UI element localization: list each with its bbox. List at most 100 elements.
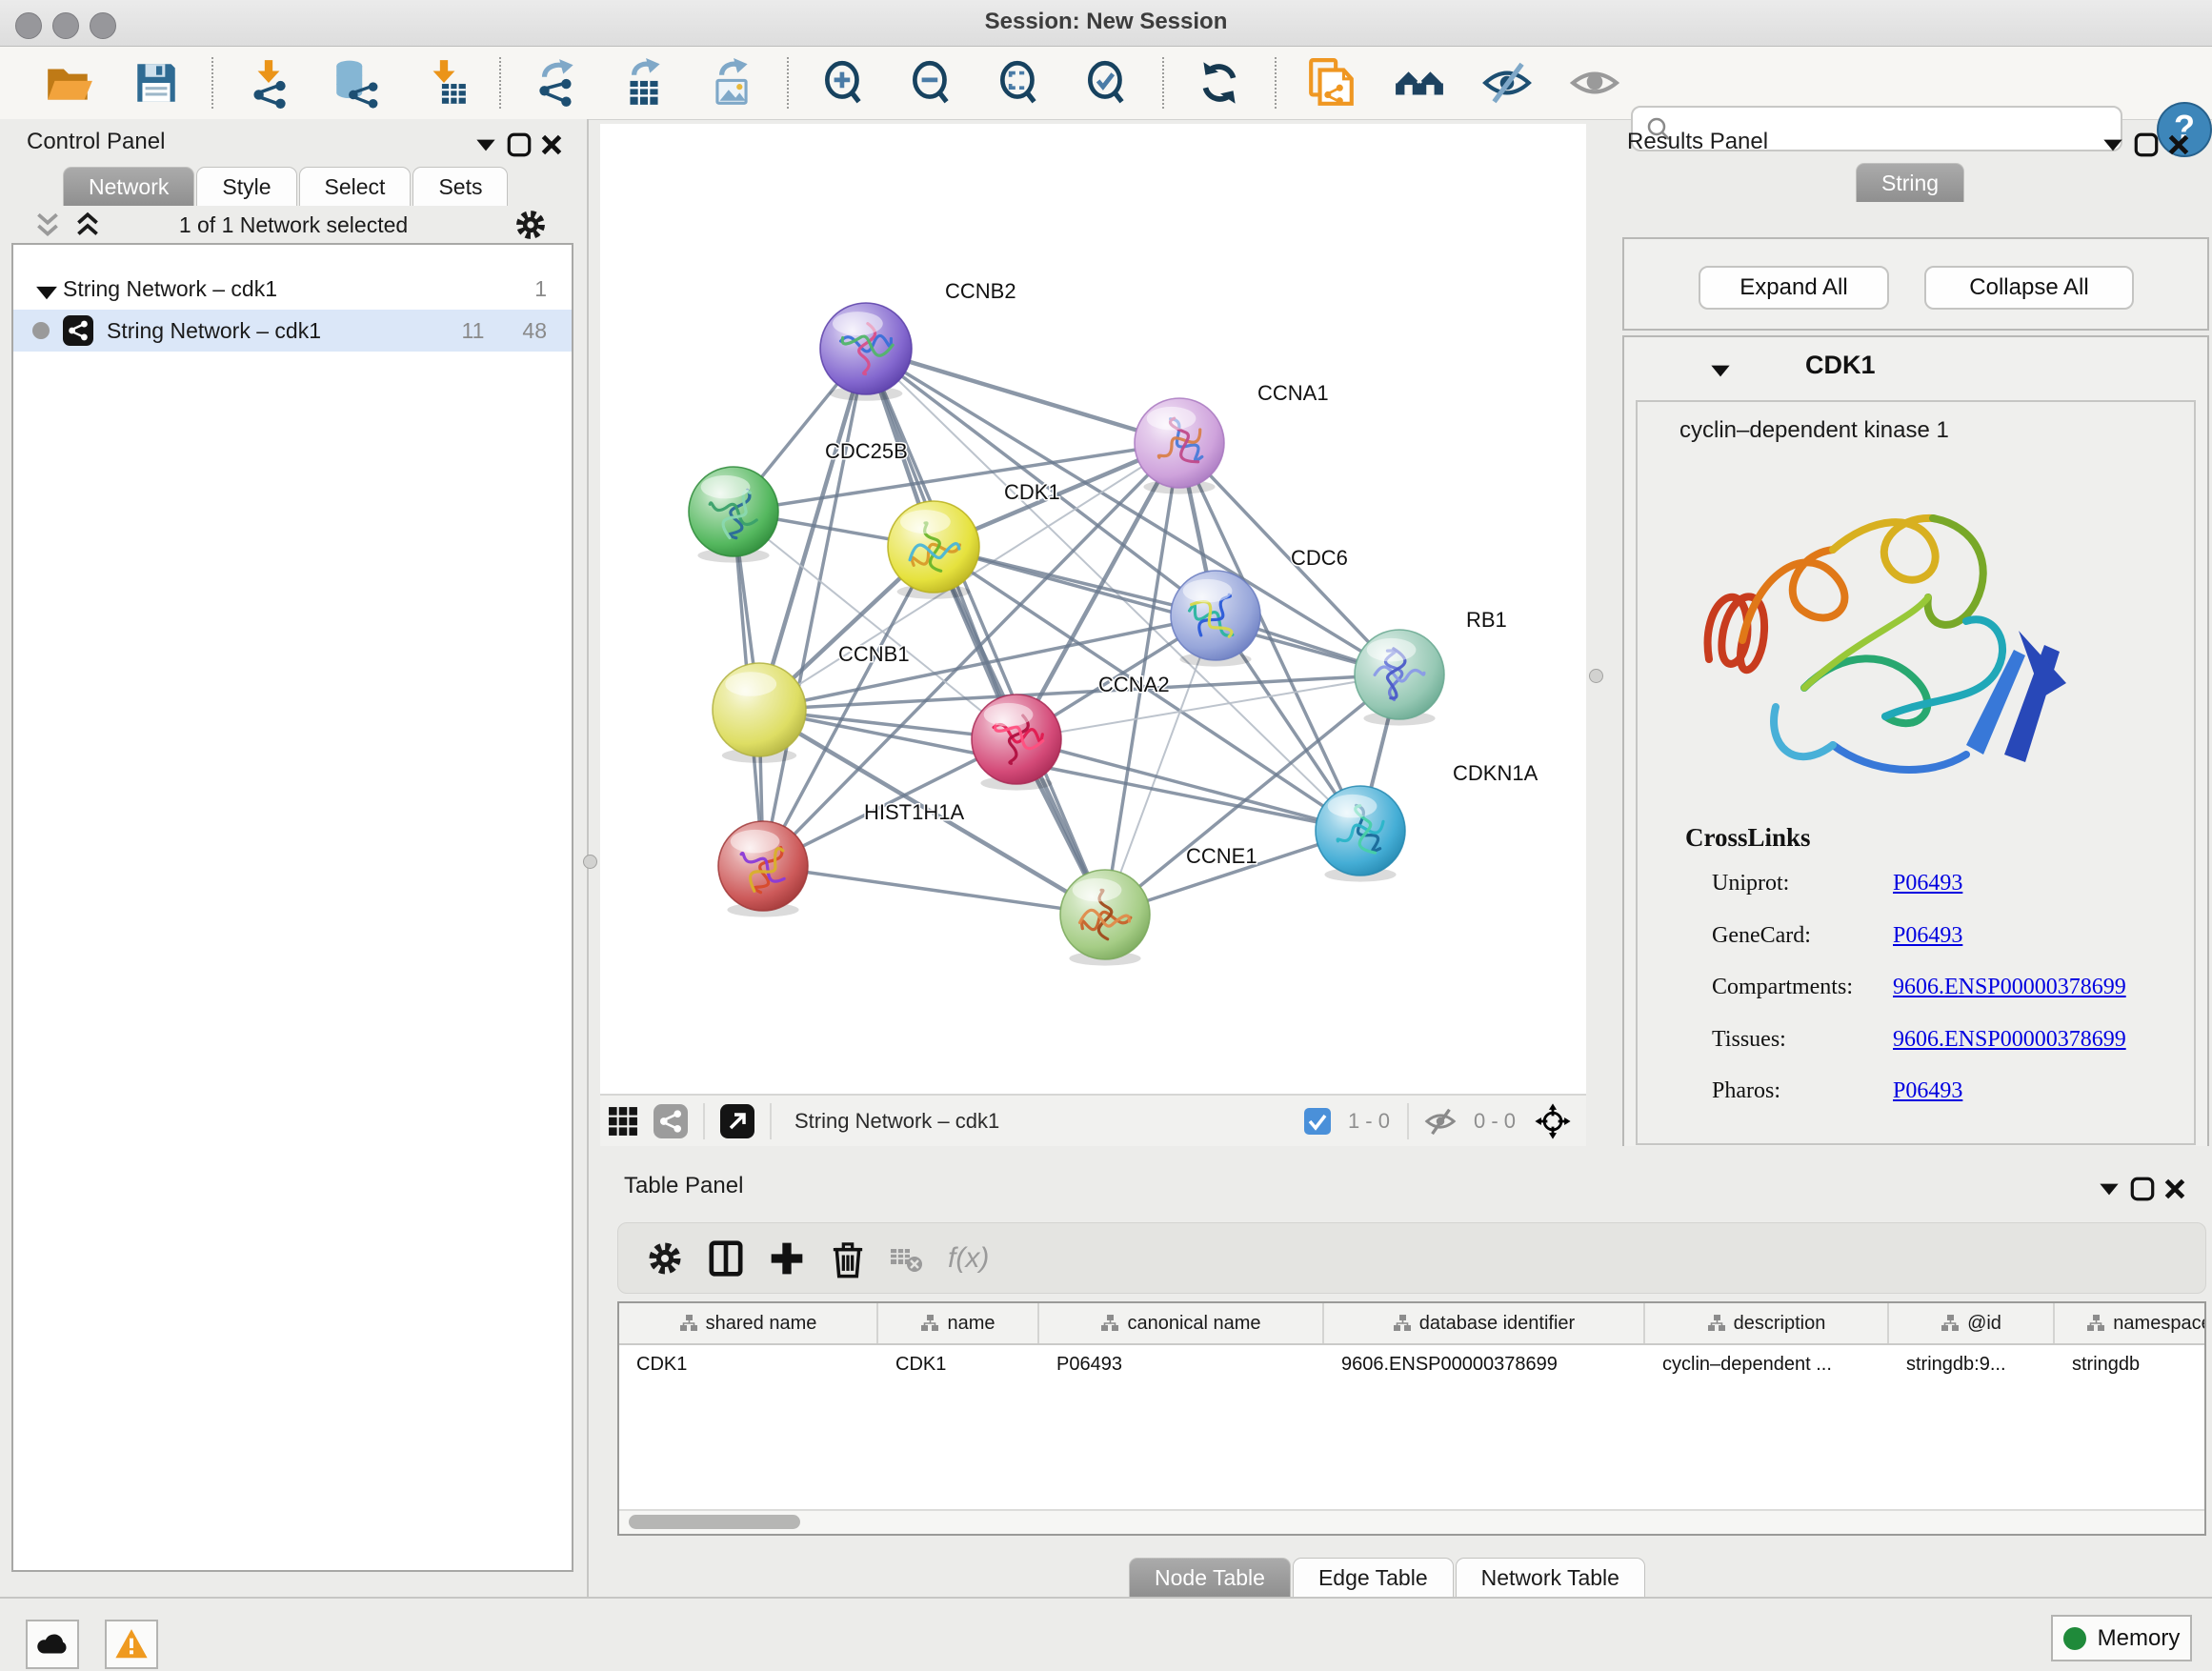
panel-menu-icon[interactable] [472,131,500,159]
eye-button[interactable] [1569,57,1620,109]
network-share-icon[interactable] [654,1104,688,1138]
crosslink-link[interactable]: P06493 [1893,1078,1962,1104]
expand-all-button[interactable]: Expand All [1699,266,1889,310]
column-header-shared-name[interactable]: shared name [619,1303,878,1343]
tab-string[interactable]: String [1856,163,1964,202]
zoom-fit-content-button[interactable] [994,57,1045,109]
crosslink-row: Tissues:9606.ENSP00000378699 [1712,1027,2169,1053]
collapse-all-button[interactable]: Collapse All [1924,266,2134,310]
current-network-dot-icon [32,322,50,339]
tab-sets[interactable]: Sets [412,167,508,206]
column-header-id[interactable]: @id [1889,1303,2055,1343]
table-options-gear-icon[interactable] [645,1238,685,1278]
export-table-button[interactable] [618,57,670,109]
node-label-CDKN1A: CDKN1A [1453,761,1538,785]
edge-CCNB2-CCNE1[interactable] [866,349,1105,915]
import-table-file-button[interactable] [418,57,470,109]
string-network-graph[interactable]: CCNB2CCNA1CDC25BCDK1CDC6RB1CCNB1CCNA2CDK… [600,124,1586,1094]
network-row-selected[interactable]: String Network – cdk1 11 48 [13,310,572,352]
detach-view-icon[interactable] [720,1104,754,1138]
show-columns-icon[interactable] [706,1238,746,1278]
edge-HIST1H1A-CCNE1[interactable] [763,866,1105,915]
homes-button[interactable] [1394,57,1445,109]
column-header-canonical-name[interactable]: canonical name [1039,1303,1324,1343]
refresh-view-button[interactable] [1194,57,1245,109]
export-image-button[interactable] [706,57,757,109]
crosslink-link[interactable]: P06493 [1893,923,1962,949]
warnings-button[interactable] [105,1620,158,1669]
node-CDKN1A[interactable] [1316,786,1405,882]
tab-edge-table[interactable]: Edge Table [1293,1558,1454,1597]
open-session-button[interactable] [43,57,94,109]
table-row[interactable]: CDK1CDK1P064939606.ENSP00000378699cyclin… [619,1345,2204,1383]
float-panel-icon[interactable] [505,131,533,159]
node-RB1[interactable] [1355,630,1444,726]
node-CCNA1[interactable] [1135,398,1224,494]
cloud-status-button[interactable] [26,1620,79,1669]
right-splitter-grip[interactable] [1589,669,1603,683]
eye-strike-button[interactable] [1481,57,1533,109]
network-options-gear-icon[interactable] [513,207,549,243]
table-horizontal-scrollbar[interactable] [629,1515,800,1529]
save-session-button[interactable] [131,57,182,109]
crosslink-link[interactable]: 9606.ENSP00000378699 [1893,975,2126,1000]
column-header-description[interactable]: description [1645,1303,1889,1343]
tab-network[interactable]: Network [63,167,194,206]
node-HIST1H1A[interactable] [718,821,808,917]
results-panel-title: Results Panel [1627,129,1768,155]
table-cell[interactable]: stringdb:9... [1889,1345,2055,1383]
node-table[interactable]: shared namenamecanonical namedatabase id… [617,1301,2206,1536]
table-cell[interactable]: P06493 [1039,1345,1324,1383]
navigator-crosshair-icon[interactable] [1533,1101,1573,1141]
table-cell[interactable]: CDK1 [619,1345,878,1383]
hidden-eye-icon[interactable] [1424,1105,1457,1137]
tab-style[interactable]: Style [196,167,296,206]
copy-documents-button[interactable] [1306,57,1357,109]
zoom-selected-button[interactable] [1081,57,1133,109]
table-cell[interactable]: stringdb [2055,1345,2206,1383]
edge-CCNA1-CDC25B[interactable] [734,443,1179,512]
selected-checkbox-icon[interactable] [1304,1108,1331,1135]
node-CDC6[interactable] [1171,571,1260,667]
table-cell[interactable]: cyclin–dependent ... [1645,1345,1889,1383]
export-network-button[interactable] [531,57,582,109]
edge-CCNA1-HIST1H1A[interactable] [763,443,1179,866]
node-CCNB1[interactable] [713,663,806,763]
zoom-in-button[interactable] [818,57,870,109]
column-header-namespace[interactable]: namespace [2055,1303,2206,1343]
node-label-RB1: RB1 [1466,608,1507,632]
toolbar-separator [1275,57,1277,109]
left-splitter-grip[interactable] [583,855,597,869]
close-panel-icon[interactable] [537,131,566,159]
import-network-file-button[interactable] [243,57,294,109]
crosslink-link[interactable]: P06493 [1893,871,1962,896]
tab-network-table[interactable]: Network Table [1456,1558,1645,1597]
network-view-canvas[interactable]: CCNB2CCNA1CDC25BCDK1CDC6RB1CCNB1CCNA2CDK… [600,124,1586,1094]
table-horizontal-scrollbar-track[interactable] [619,1509,2204,1534]
tab-node-table[interactable]: Node Table [1129,1558,1291,1597]
edge-CCNB2-HIST1H1A[interactable] [763,349,866,866]
create-column-icon[interactable] [767,1238,807,1278]
close-panel-icon[interactable] [2164,131,2193,159]
collection-expander-icon[interactable] [30,276,63,301]
zoom-out-button[interactable] [906,57,957,109]
panel-menu-icon[interactable] [2095,1175,2123,1203]
column-header-name[interactable]: name [878,1303,1039,1343]
column-header-database-identifier[interactable]: database identifier [1324,1303,1645,1343]
panel-menu-icon[interactable] [2099,131,2127,159]
float-panel-icon[interactable] [2132,131,2161,159]
table-cell[interactable]: CDK1 [878,1345,1039,1383]
float-panel-icon[interactable] [2128,1175,2157,1203]
crosslink-link[interactable]: 9606.ENSP00000378699 [1893,1027,2126,1053]
import-network-database-button[interactable] [331,57,382,109]
delete-columns-icon[interactable] [828,1238,868,1278]
node-CCNE1[interactable] [1060,870,1150,966]
node-CDC25B[interactable] [689,467,778,563]
table-cell[interactable]: 9606.ENSP00000378699 [1324,1345,1645,1383]
protein-expander-icon[interactable] [1706,356,1735,385]
birdseye-grid-icon[interactable] [608,1106,638,1137]
tab-select[interactable]: Select [299,167,412,206]
close-panel-icon[interactable] [2161,1175,2189,1203]
network-collection-row[interactable]: String Network – cdk1 1 [13,268,572,310]
memory-button[interactable]: Memory [2051,1615,2192,1661]
